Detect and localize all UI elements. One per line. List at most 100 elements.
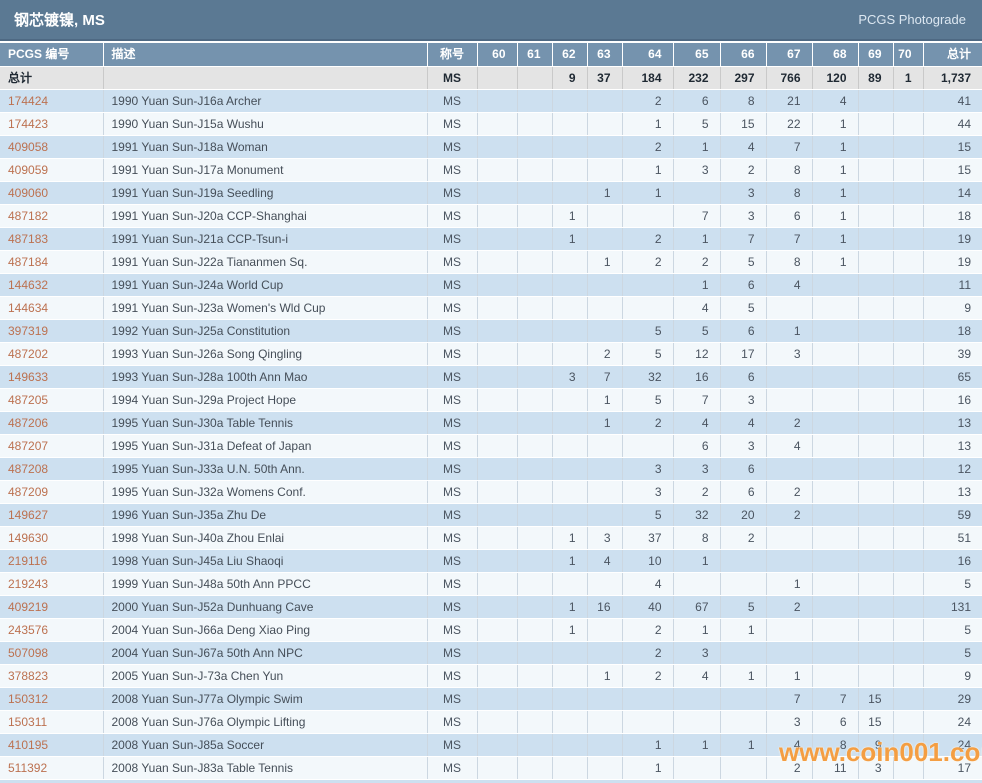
grade-69-cell xyxy=(857,296,893,320)
grade-61-cell xyxy=(516,434,552,458)
designation-cell: MS xyxy=(426,89,477,113)
pcgs-number-link[interactable]: 243576 xyxy=(0,618,103,642)
grade-68-cell: 1 xyxy=(811,112,858,136)
grade-69-cell xyxy=(857,250,893,274)
pcgs-number-link[interactable]: 150312 xyxy=(0,687,103,711)
grade-68-cell xyxy=(811,457,858,481)
coin-description-cell: 1995 Yuan Sun-J31a Defeat of Japan xyxy=(102,434,427,458)
grade-68-cell xyxy=(811,296,858,320)
pcgs-number-link[interactable]: 487184 xyxy=(0,250,103,274)
grade-68-cell xyxy=(811,388,858,412)
pcgs-number-link[interactable]: 487209 xyxy=(0,480,103,504)
grade-61-cell xyxy=(516,457,552,481)
summary-grade-61 xyxy=(516,66,552,90)
coin-description-cell: 1991 Yuan Sun-J20a CCP-Shanghai xyxy=(102,204,427,228)
pcgs-number-link[interactable]: 219116 xyxy=(0,549,103,573)
grade-65-cell xyxy=(672,572,720,596)
table-row: 174424 1990 Yuan Sun-J16a Archer MS 2 6 … xyxy=(0,89,982,113)
grade-68-cell xyxy=(811,365,858,389)
row-total-cell: 18 xyxy=(922,319,982,343)
pcgs-number-link[interactable]: 410195 xyxy=(0,733,103,757)
pcgs-number-link[interactable]: 409058 xyxy=(0,135,103,159)
grade-64-cell xyxy=(621,273,673,297)
header-row: PCGS 编号 描述 称号 60 61 62 63 64 65 66 67 68… xyxy=(0,43,982,67)
pcgs-number-link[interactable]: 378823 xyxy=(0,664,103,688)
row-total-cell: 24 xyxy=(922,733,982,757)
grade-64-cell: 2 xyxy=(621,227,673,251)
designation-cell: MS xyxy=(426,158,477,182)
pcgs-number-link[interactable]: 487202 xyxy=(0,342,103,366)
coin-description-cell: 2008 Yuan Sun-J77a Olympic Swim xyxy=(102,687,427,711)
grade-69-cell xyxy=(857,227,893,251)
grade-62-cell xyxy=(551,664,587,688)
grade-70-cell xyxy=(892,641,923,665)
grade-65-cell: 7 xyxy=(672,388,720,412)
grade-65-cell: 4 xyxy=(672,664,720,688)
pcgs-number-link[interactable]: 409059 xyxy=(0,158,103,182)
grade-67-cell: 4 xyxy=(765,733,812,757)
coin-description-cell: 2004 Yuan Sun-J67a 50th Ann NPC xyxy=(102,641,427,665)
pcgs-number-link[interactable]: 150311 xyxy=(0,710,103,734)
table-row: 487207 1995 Yuan Sun-J31a Defeat of Japa… xyxy=(0,434,982,458)
pcgs-number-link[interactable]: 487183 xyxy=(0,227,103,251)
grade-69-cell: 9 xyxy=(857,733,893,757)
grade-62-cell: 1 xyxy=(551,549,587,573)
pcgs-number-link[interactable]: 409219 xyxy=(0,595,103,619)
grade-69-cell xyxy=(857,641,893,665)
row-total-cell: 13 xyxy=(922,480,982,504)
summary-total: 1,737 xyxy=(922,66,982,90)
coin-description-cell: 2008 Yuan Sun-J76a Olympic Lifting xyxy=(102,710,427,734)
grade-69-cell xyxy=(857,365,893,389)
pcgs-number-link[interactable]: 144632 xyxy=(0,273,103,297)
grade-70-cell xyxy=(892,319,923,343)
pcgs-number-link[interactable]: 511392 xyxy=(0,756,103,780)
grade-65-cell: 1 xyxy=(672,135,720,159)
grade-64-cell: 40 xyxy=(621,595,673,619)
grade-67-cell: 1 xyxy=(765,664,812,688)
pcgs-number-link[interactable]: 219243 xyxy=(0,572,103,596)
grade-64-cell: 5 xyxy=(621,388,673,412)
grade-70-cell xyxy=(892,411,923,435)
grade-66-cell xyxy=(719,641,766,665)
pcgs-number-link[interactable]: 149630 xyxy=(0,526,103,550)
summary-grade-69: 89 xyxy=(857,66,893,90)
grade-69-cell: 15 xyxy=(857,687,893,711)
pcgs-number-link[interactable]: 487208 xyxy=(0,457,103,481)
grade-67-cell: 7 xyxy=(765,227,812,251)
grade-66-cell: 7 xyxy=(719,227,766,251)
summary-grade-63: 37 xyxy=(586,66,622,90)
summary-blank-cell xyxy=(102,66,427,90)
pcgs-number-link[interactable]: 507098 xyxy=(0,641,103,665)
designation-cell: MS xyxy=(426,756,477,780)
grade-68-cell xyxy=(811,411,858,435)
coin-description-cell: 1992 Yuan Sun-J25a Constitution xyxy=(102,319,427,343)
grade-70-cell xyxy=(892,733,923,757)
grade-61-cell xyxy=(516,526,552,550)
grade-62-cell xyxy=(551,411,587,435)
pcgs-number-link[interactable]: 149627 xyxy=(0,503,103,527)
grade-70-cell xyxy=(892,204,923,228)
grade-68-cell: 1 xyxy=(811,204,858,228)
pcgs-photograde-link[interactable]: PCGS Photograde xyxy=(858,12,982,27)
pcgs-number-link[interactable]: 487206 xyxy=(0,411,103,435)
grade-68-cell: 1 xyxy=(811,181,858,205)
grade-64-cell: 10 xyxy=(621,549,673,573)
grade-65-cell xyxy=(672,181,720,205)
pcgs-number-link[interactable]: 149633 xyxy=(0,365,103,389)
pcgs-number-link[interactable]: 174423 xyxy=(0,112,103,136)
grade-65-cell: 2 xyxy=(672,250,720,274)
grade-60-cell xyxy=(476,411,517,435)
pcgs-number-link[interactable]: 174424 xyxy=(0,89,103,113)
designation-cell: MS xyxy=(426,296,477,320)
pcgs-number-link[interactable]: 487182 xyxy=(0,204,103,228)
grade-61-cell xyxy=(516,250,552,274)
grade-63-cell xyxy=(586,89,622,113)
pcgs-number-link[interactable]: 487205 xyxy=(0,388,103,412)
pcgs-number-link[interactable]: 397319 xyxy=(0,319,103,343)
pcgs-number-link[interactable]: 409060 xyxy=(0,181,103,205)
pcgs-number-link[interactable]: 144634 xyxy=(0,296,103,320)
pcgs-number-link[interactable]: 487207 xyxy=(0,434,103,458)
summary-label: 总计 xyxy=(0,66,103,90)
summary-grade-68: 120 xyxy=(811,66,858,90)
row-total-cell: 16 xyxy=(922,388,982,412)
